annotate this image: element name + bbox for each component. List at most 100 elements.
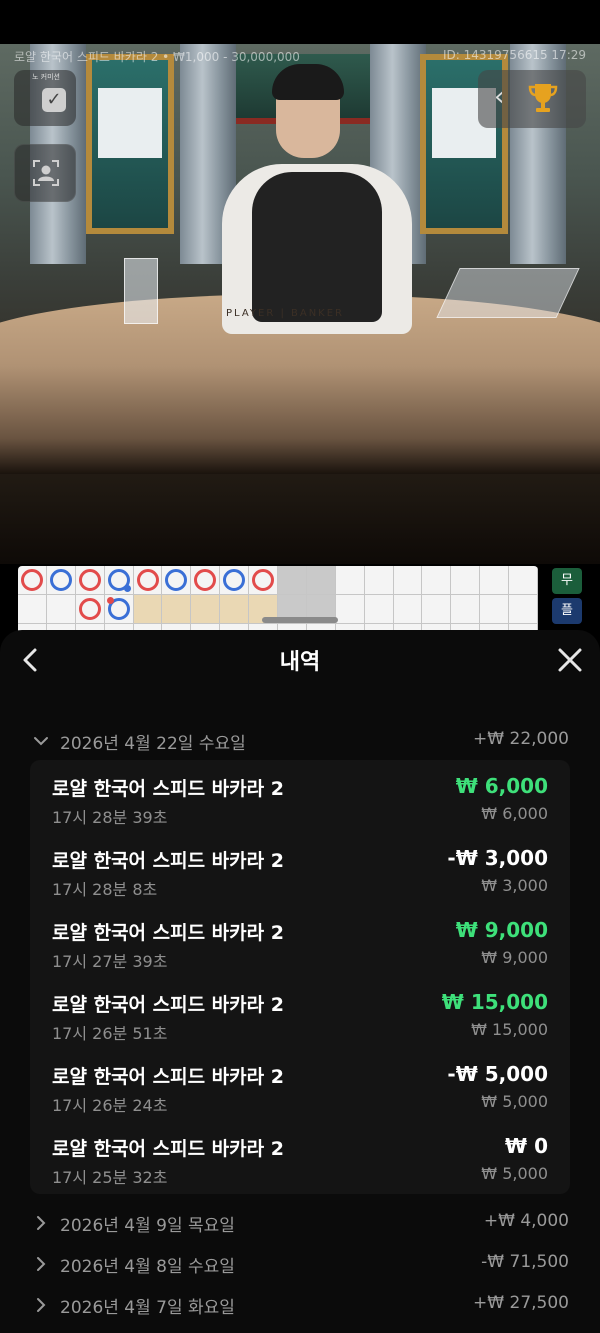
sheet-header: 내역 [0, 630, 600, 690]
road-cell [220, 594, 250, 624]
chevron-right-icon [37, 1216, 46, 1230]
banker-ring [21, 569, 43, 591]
day-total: +₩ 27,500 [473, 1293, 569, 1313]
road-cell [278, 566, 307, 595]
entry-game-name: 로얄 한국어 스피드 바카라 2 [52, 850, 284, 872]
player-ring [49, 569, 72, 591]
entry-time: 17시 25분 32초 [52, 1168, 168, 1187]
checkbox-icon: ✓ [42, 88, 66, 112]
road-cell [451, 594, 481, 624]
road-cell [191, 594, 221, 624]
entry-game-name: 로얄 한국어 스피드 바카라 2 [52, 1138, 284, 1160]
road-cell [162, 566, 192, 595]
day-group-header[interactable]: 2026년 4월 9일 목요일 +₩ 4,000 [28, 1209, 572, 1239]
road-cell [104, 566, 134, 595]
road-cell [104, 594, 134, 624]
player-profile-button[interactable] [14, 144, 76, 202]
road-cell [364, 594, 394, 624]
chevron-right-icon [37, 1257, 46, 1271]
history-entry[interactable]: 로얄 한국어 스피드 바카라 2 ₩ 15,000 17시 26분 51초 ₩ … [30, 982, 570, 1054]
banker-ring [78, 569, 101, 591]
history-entry[interactable]: 로얄 한국어 스피드 바카라 2 ₩ 6,000 17시 28분 39초 ₩ 6… [30, 766, 570, 838]
road-cell [451, 566, 481, 595]
entry-result-amount: ₩ 0 [505, 1134, 548, 1158]
banker-ring [78, 597, 101, 620]
day-total: +₩ 22,000 [473, 729, 569, 749]
entry-time: 17시 28분 8초 [52, 880, 158, 899]
history-entries-list: 로얄 한국어 스피드 바카라 2 ₩ 6,000 17시 28분 39초 ₩ 6… [30, 760, 570, 1194]
road-cell [249, 566, 279, 595]
day-date: 2026년 4월 7일 화요일 [60, 1298, 235, 1318]
no-commission-toggle[interactable]: 노 커미션 ✓ [14, 70, 76, 126]
history-entry[interactable]: 로얄 한국어 스피드 바카라 2 ₩ 9,000 17시 27분 39초 ₩ 9… [30, 910, 570, 982]
card-holder [124, 258, 158, 324]
road-cell [480, 594, 510, 624]
entry-result-amount: ₩ 9,000 [455, 918, 548, 942]
banker-ring [136, 569, 159, 591]
entry-stake: ₩ 9,000 [481, 948, 548, 967]
table-label: PLAYER | BANKER [226, 308, 345, 319]
day-total: +₩ 4,000 [483, 1211, 569, 1231]
pair-dot [123, 584, 131, 592]
road-cell [480, 566, 510, 595]
road-cell [306, 566, 336, 595]
sheet-drag-handle[interactable] [262, 617, 338, 623]
banker-ring [194, 569, 217, 591]
day-total: -₩ 71,500 [481, 1252, 569, 1272]
chevron-down-icon [34, 737, 48, 746]
game-id: ID: 14319756615 17:29 [442, 48, 586, 62]
road-cell [422, 566, 452, 595]
road-cell [46, 566, 76, 595]
pair-dot [106, 596, 114, 604]
day-date: 2026년 4월 8일 수요일 [60, 1257, 235, 1277]
entry-stake: ₩ 3,000 [481, 876, 548, 895]
road-cell [46, 594, 76, 624]
history-entry[interactable]: 로얄 한국어 스피드 바카라 2 ₩ 0 17시 25분 32초 ₩ 5,000 [30, 1126, 570, 1198]
entry-time: 17시 28분 39초 [52, 808, 168, 827]
road-cell [75, 594, 105, 624]
road-cell [18, 594, 47, 624]
road-cell [162, 594, 192, 624]
casino-panel [86, 54, 174, 234]
entry-result-amount: -₩ 3,000 [447, 846, 548, 870]
tie-stat: 무 [552, 568, 582, 594]
road-cell [393, 594, 423, 624]
entry-stake: ₩ 15,000 [471, 1020, 548, 1039]
entry-result-amount: -₩ 5,000 [447, 1062, 548, 1086]
user-icon [33, 160, 59, 186]
entry-game-name: 로얄 한국어 스피드 바카라 2 [52, 778, 284, 800]
road-cell [509, 566, 538, 595]
day-group-header-expanded[interactable]: 2026년 4월 22일 수요일 +₩ 22,000 [28, 727, 572, 757]
day-date: 2026년 4월 9일 목요일 [60, 1216, 235, 1236]
leaderboard-button[interactable]: ‹ [478, 70, 586, 128]
sheet-title: 내역 [279, 650, 321, 675]
road-side-stats: 무 플 [552, 568, 586, 628]
road-cell [393, 566, 423, 595]
road-cell [364, 566, 394, 595]
entry-game-name: 로얄 한국어 스피드 바카라 2 [52, 1066, 284, 1088]
entry-time: 17시 27분 39초 [52, 952, 168, 971]
game-title: 로얄 한국어 스피드 바카라 2 • ₩1,000 - 30,000,000 [14, 50, 300, 64]
no-commission-label: 노 커미션 [32, 73, 60, 81]
entry-stake: ₩ 6,000 [481, 804, 548, 823]
road-cell [75, 566, 105, 595]
history-entry[interactable]: 로얄 한국어 스피드 바카라 2 -₩ 3,000 17시 28분 8초 ₩ 3… [30, 838, 570, 910]
road-cell [18, 566, 47, 595]
day-group-header[interactable]: 2026년 4월 8일 수요일 -₩ 71,500 [28, 1250, 572, 1280]
day-group-header[interactable]: 2026년 4월 7일 화요일 +₩ 27,500 [28, 1291, 572, 1321]
player-stat: 플 [552, 598, 582, 624]
chevron-right-icon [37, 1298, 46, 1312]
entry-time: 17시 26분 24초 [52, 1096, 168, 1115]
road-cell [422, 594, 452, 624]
close-icon[interactable] [556, 646, 584, 674]
trophy-icon [528, 84, 558, 112]
road-cell [335, 594, 365, 624]
entry-game-name: 로얄 한국어 스피드 바카라 2 [52, 922, 284, 944]
entry-result-amount: ₩ 6,000 [455, 774, 548, 798]
history-entry[interactable]: 로얄 한국어 스피드 바카라 2 -₩ 5,000 17시 26분 24초 ₩ … [30, 1054, 570, 1126]
road-cell [133, 566, 163, 595]
player-ring [165, 569, 188, 591]
banker-ring [252, 569, 275, 591]
bead-road[interactable] [18, 566, 538, 636]
road-cell [220, 566, 250, 595]
